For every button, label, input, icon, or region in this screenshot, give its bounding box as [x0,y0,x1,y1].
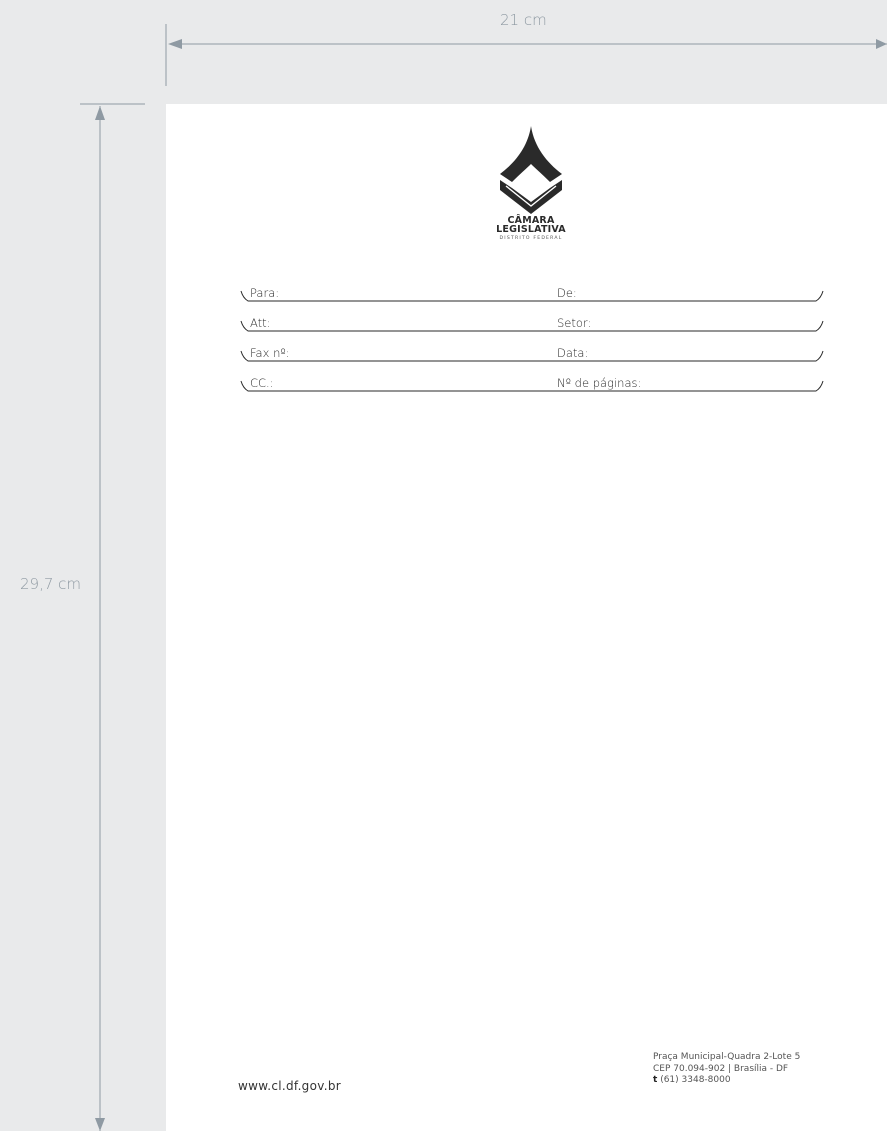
logo-line-distrito-federal: DISTRITO FEDERAL [499,236,563,241]
field-label-data: Data: [557,346,589,360]
field-row: Fax nº: Data: [238,342,824,372]
field-label-de: De: [557,286,577,300]
camara-legislativa-logo: CÂMARA LEGISLATIVA DISTRITO FEDERAL [471,124,591,254]
logo-line-legislativa: LEGISLATIVA [496,224,566,235]
footer-address: Praça Municipal-Quadra 2-Lote 5 CEP 70.0… [653,1052,800,1087]
header-fields: Para: De: Att: Setor: Fax nº: Data: CC.:… [238,282,824,402]
field-label-fax: Fax nº: [250,346,290,360]
field-row: CC.: Nº de páginas: [238,372,824,402]
field-label-cc: CC.: [250,376,274,390]
website-link[interactable]: www.cl.df.gov.br [238,1079,341,1093]
field-row: Att: Setor: [238,312,824,342]
phone-number: (61) 3348-8000 [660,1075,731,1085]
field-label-para: Para: [250,286,280,300]
field-label-att: Att: [250,316,271,330]
phone-prefix: t [653,1075,658,1085]
fax-cover-sheet: CÂMARA LEGISLATIVA DISTRITO FEDERAL Para… [166,104,887,1131]
field-label-setor: Setor: [557,316,592,330]
height-dimension-label: 29,7 cm [20,575,82,593]
width-dimension-label: 21 cm [500,11,547,29]
dome-emblem-icon [500,126,562,214]
field-label-num-paginas: Nº de páginas: [557,376,642,390]
address-line-1: Praça Municipal-Quadra 2-Lote 5 [653,1052,801,1062]
phone-line: t (61) 3348-8000 [653,1075,800,1087]
address-line-2: CEP 70.094-902 | Brasília - DF [653,1063,789,1074]
field-row: Para: De: [238,282,824,312]
